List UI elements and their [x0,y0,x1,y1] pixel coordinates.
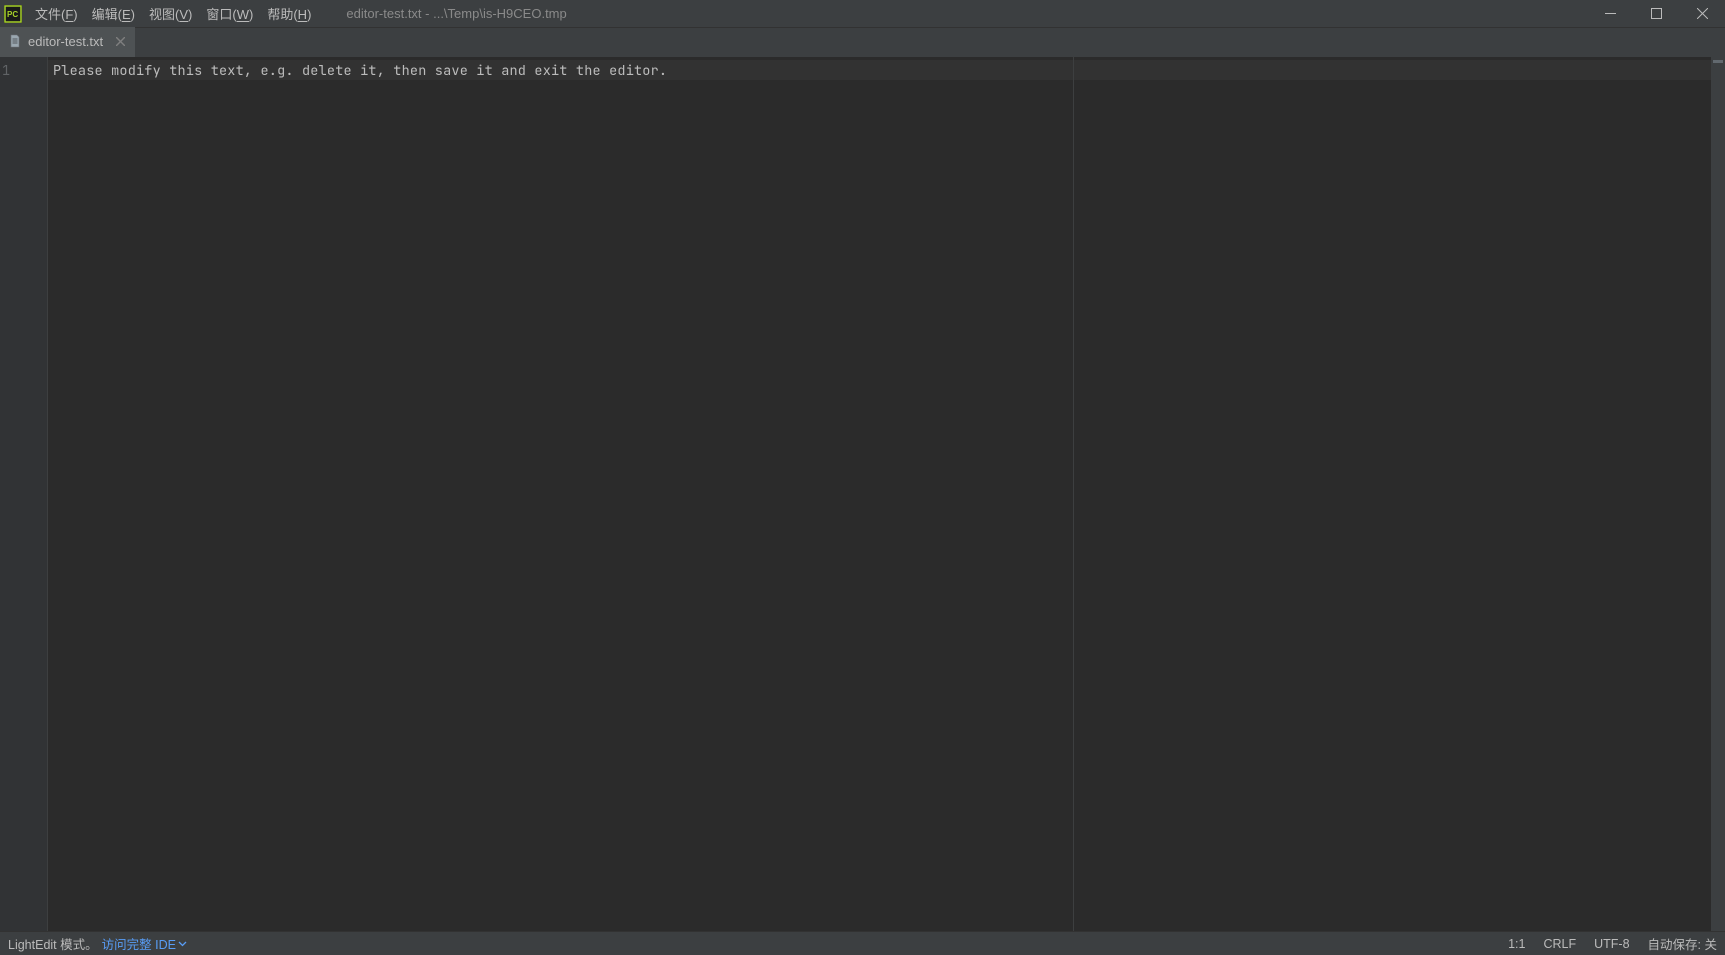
editor-line-text: Please modify this text, e.g. delete it,… [53,62,667,80]
gutter-line-number: 1 [2,62,47,80]
editor-viewport[interactable]: Please modify this text, e.g. delete it,… [48,57,1725,931]
right-margin-guide [1073,57,1074,931]
tab-close-button[interactable] [113,34,127,48]
menubar: 文件(F) 编辑(E) 视图(V) 窗口(W) 帮助(H) [28,0,318,27]
scroll-marker [1713,60,1723,63]
menu-window[interactable]: 窗口(W) [199,0,260,27]
svg-text:PC: PC [7,10,18,19]
menu-label: 帮助(H) [267,4,311,23]
menu-edit[interactable]: 编辑(E) [85,0,142,27]
editor-area: 1 Please modify this text, e.g. delete i… [0,57,1725,931]
titlebar: PC 文件(F) 编辑(E) 视图(V) 窗口(W) 帮助(H) editor-… [0,0,1725,27]
editor-scrollbar[interactable] [1711,57,1725,931]
cursor-position[interactable]: 1:1 [1508,937,1525,951]
window-controls [1587,0,1725,27]
autosave-status[interactable]: 自动保存: 关 [1648,934,1717,953]
line-separator[interactable]: CRLF [1543,937,1576,951]
menu-label: 视图(V) [149,4,192,23]
lightedit-mode-label: LightEdit 模式。 [8,934,98,953]
tab-label: editor-test.txt [28,34,103,49]
tabbar: editor-test.txt [0,27,1725,57]
menu-label: 文件(F) [35,4,78,23]
statusbar-right: 1:1 CRLF UTF-8 自动保存: 关 [1508,934,1717,953]
app-icon: PC [4,5,22,23]
chevron-down-icon [178,939,187,948]
menu-help[interactable]: 帮助(H) [260,0,318,27]
editor-gutter[interactable]: 1 [0,57,48,931]
menu-label: 编辑(E) [92,4,135,23]
window-close-button[interactable] [1679,0,1725,27]
menu-label: 窗口(W) [206,4,253,23]
open-full-ide-link-text: 访问完整 IDE [102,934,176,953]
window-title: editor-test.txt - ...\Temp\is-H9CEO.tmp [346,6,566,21]
file-encoding[interactable]: UTF-8 [1594,937,1629,951]
window-minimize-button[interactable] [1587,0,1633,27]
tab-active[interactable]: editor-test.txt [0,27,135,57]
statusbar-left: LightEdit 模式。 访问完整 IDE [8,934,187,953]
statusbar: LightEdit 模式。 访问完整 IDE 1:1 CRLF UTF-8 自动… [0,931,1725,955]
menu-view[interactable]: 视图(V) [142,0,199,27]
open-full-ide-link[interactable]: 访问完整 IDE [102,934,187,953]
window-maximize-button[interactable] [1633,0,1679,27]
file-text-icon [8,34,22,48]
menu-file[interactable]: 文件(F) [28,0,85,27]
